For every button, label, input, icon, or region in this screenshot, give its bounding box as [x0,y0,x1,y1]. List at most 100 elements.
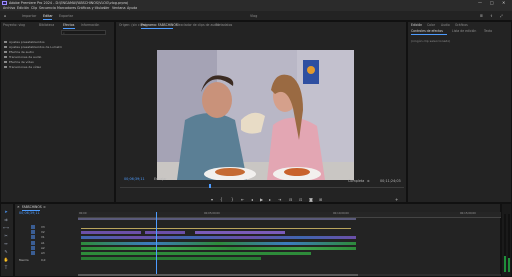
project-name: Vlog [250,13,258,18]
track-select-tool-icon[interactable]: ⇉ [3,217,9,222]
maximize-button[interactable]: □ [490,0,494,5]
sequence-menu-icon[interactable]: ≡ [43,205,46,209]
a2-target-toggle[interactable] [31,246,35,250]
tab-importar[interactable]: Importar [22,14,36,18]
program-timecode[interactable]: 00;06;39;11 [124,177,145,181]
selection-tool-icon[interactable]: ➤ [3,209,9,214]
clip-a4[interactable] [81,257,261,260]
menu-edicion[interactable]: Edición [17,6,29,10]
settings-icon[interactable]: ⚙ [367,179,370,183]
go-to-in-icon[interactable]: ⇤ [241,197,244,202]
play-icon[interactable]: ▶ [260,197,263,202]
lift-icon[interactable]: ⊟ [289,197,292,202]
tab-informacion[interactable]: Información [81,23,99,27]
quality-select[interactable]: Completa [348,179,364,183]
track-a2[interactable]: A2 [41,246,45,250]
tab-sequence[interactable]: FABSCHINOS [22,205,42,209]
v3-target-toggle[interactable] [31,225,35,229]
tab-texto[interactable]: Texto [484,29,492,33]
close-sequence-icon[interactable]: ✕ [17,205,20,209]
step-back-icon[interactable]: ◂ [251,197,253,202]
tab-audio-ws[interactable]: Audio [441,23,450,27]
razor-tool-icon[interactable]: ✂ [3,233,9,238]
button-editor-icon[interactable]: + [395,197,398,202]
workspaces-icon[interactable]: ☰ [480,14,483,18]
track-v2[interactable]: V2 [41,230,45,234]
clip-a1[interactable] [81,242,356,245]
tab-lista-edicion[interactable]: Lista de edición [452,29,476,33]
monitor-scrubber[interactable] [120,187,404,188]
clip-v1[interactable] [81,236,356,239]
zoom-select[interactable]: Encajar [154,177,167,181]
v1-target-toggle[interactable] [31,235,35,239]
vr-icon[interactable]: ⊞ [319,197,322,202]
timeline-scrollbar[interactable] [78,274,502,276]
tab-biblioteca[interactable]: Biblioteca [39,23,54,27]
work-area-bar[interactable] [78,218,356,220]
tab-graficos-ws[interactable]: Gráficos [455,23,468,27]
clip-v3[interactable] [81,228,351,229]
list-item[interactable]: Transiciones de audio [4,55,41,59]
go-to-out-icon[interactable]: ⇥ [278,197,281,202]
menu-ventana[interactable]: Ventana [112,6,126,10]
timeline-playhead[interactable] [156,212,157,274]
add-marker-icon[interactable]: ▾ [211,197,213,202]
menu-secuencia[interactable]: Secuencia [39,6,56,10]
monitor-playhead[interactable] [209,184,211,188]
track-a1[interactable]: A1 [41,241,45,245]
clip-v2[interactable] [145,231,185,234]
hand-tool-icon[interactable]: ✋ [3,257,9,262]
step-forward-icon[interactable]: ▸ [269,197,271,202]
slip-tool-icon[interactable]: ↔ [3,241,9,246]
mix-value[interactable]: 0,0 [41,258,45,262]
tab-edicion-ws[interactable]: Edición [411,23,422,27]
menu-archivo[interactable]: Archivo [3,6,15,10]
tab-programa[interactable]: Programa: FABSCHINOS [141,23,178,27]
v2-target-toggle[interactable] [31,230,35,234]
clip-v2[interactable] [195,231,285,234]
clip-v2[interactable] [81,231,141,234]
track-a3[interactable]: A3 [41,251,45,255]
video-frame[interactable] [157,50,354,180]
camera-icon[interactable]: ◙ [309,197,313,202]
share-icon[interactable]: ⇪ [490,14,493,18]
mark-out-icon[interactable]: } [231,197,234,202]
tab-controles-efectos[interactable]: Controles de efectos [411,29,443,33]
ripple-tool-icon[interactable]: ⟷ [3,225,9,230]
list-item[interactable]: Transiciones de vídeo [4,65,41,69]
tab-exportar[interactable]: Exportar [59,14,73,18]
home-icon[interactable]: ⌂ [4,14,6,18]
list-item[interactable]: Efectos de audio [4,50,34,54]
a1-target-toggle[interactable] [31,241,35,245]
export-frame-icon[interactable]: ⊡ [299,197,302,202]
a3-target-toggle[interactable] [31,251,35,255]
timeline-scroll-thumb[interactable] [78,274,358,276]
tab-metadatos[interactable]: Metadatos [216,23,232,27]
menu-ver[interactable]: Ver [104,6,109,10]
tab-editar[interactable]: Editar [43,14,53,18]
clip-a3[interactable] [81,252,311,255]
close-button[interactable]: ✕ [502,0,505,5]
track-v3[interactable]: V3 [41,225,45,229]
meter-left-level [504,256,506,272]
list-item[interactable]: Ajustes preestablecidos [4,40,45,44]
menu-graficos[interactable]: Gráficos y títulos [77,6,105,10]
pen-tool-icon[interactable]: ✎ [3,249,9,254]
list-item[interactable]: Efectos de vídeo [4,60,34,64]
menu-clip[interactable]: Clip [31,6,37,10]
type-tool-icon[interactable]: T [3,265,9,270]
track-v1[interactable]: V1 [41,235,45,239]
effects-search-input[interactable]: ⌕ [61,30,106,35]
timeline-timecode[interactable]: 00;06;39;11 [19,211,40,215]
clip-a2[interactable] [81,247,356,250]
tab-proyecto[interactable]: Proyecto: vlog [3,23,25,27]
menu-ayuda[interactable]: Ayuda [127,6,137,10]
fullscreen-icon[interactable]: ⤢ [500,14,503,18]
tab-color-ws[interactable]: Color [427,23,435,27]
menu-marcadores[interactable]: Marcadores [57,6,76,10]
tab-mezclador[interactable]: Mezclador de clips de audio [176,23,219,27]
list-item[interactable]: Ajustes preestablecidos de Lumetri [4,45,62,49]
tab-efectos[interactable]: Efectos [63,23,74,27]
minimize-button[interactable]: — [478,0,482,5]
mark-in-icon[interactable]: { [220,197,223,202]
